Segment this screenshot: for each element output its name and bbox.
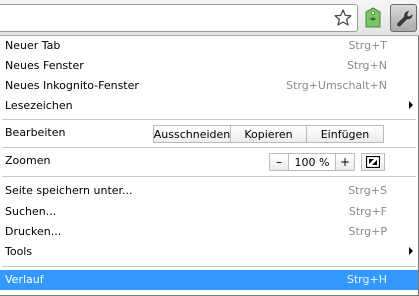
submenu-arrow-icon (409, 247, 413, 255)
submenu-arrow-icon (409, 101, 413, 109)
menu-item-label: Verlauf (5, 273, 44, 286)
extension-tag-icon[interactable] (362, 6, 384, 30)
menu-item-label: Tools (5, 245, 33, 258)
paste-button[interactable]: Einfügen (307, 125, 384, 143)
wrench-menu-button[interactable] (390, 4, 417, 32)
zoom-out-button[interactable]: – (269, 153, 289, 171)
menu-item-new-tab[interactable]: Neuer Tab Strg+T (0, 36, 418, 57)
shortcut-label: Strg+N (346, 59, 387, 72)
menu-item-history[interactable]: Verlauf Strg+H (0, 270, 418, 290)
zoom-in-button[interactable]: + (335, 153, 355, 171)
star-icon[interactable] (333, 8, 353, 28)
menu-item-label: Seite speichern unter... (5, 184, 133, 197)
menu-item-find[interactable]: Suchen... Strg+F (0, 202, 418, 223)
menu-item-edit: Bearbeiten Ausschneiden Kopieren Einfüge… (0, 123, 418, 144)
menu-item-print[interactable]: Drucken... Strg+P (0, 222, 418, 243)
menu-item-label: Neues Inkognito-Fenster (5, 79, 139, 92)
shortcut-label: Strg+P (348, 225, 387, 238)
address-bar[interactable] (0, 4, 358, 32)
menu-item-new-window[interactable]: Neues Fenster Strg+N (0, 56, 418, 77)
menu-separator (2, 119, 416, 120)
menu-item-label: Neues Fenster (5, 59, 84, 72)
menu-item-label: Suchen... (5, 205, 57, 218)
browser-main-menu: Neuer Tab Strg+T Neues Fenster Strg+N Ne… (0, 36, 419, 296)
menu-item-label: Bearbeiten (5, 126, 66, 139)
copy-button[interactable]: Kopieren (231, 125, 307, 143)
browser-toolbar (0, 0, 419, 36)
fullscreen-button[interactable] (361, 153, 385, 171)
menu-item-new-incognito-window[interactable]: Neues Inkognito-Fenster Strg+Umschalt+N (0, 76, 418, 97)
edit-button-group: Ausschneiden Kopieren Einfügen (153, 125, 384, 143)
zoom-controls: – 100 % + (269, 153, 355, 171)
menu-item-tools[interactable]: Tools (0, 242, 418, 263)
menu-item-label: Drucken... (5, 225, 62, 238)
menu-item-save-page[interactable]: Seite speichern unter... Strg+S (0, 181, 418, 202)
shortcut-label: Strg+S (348, 184, 387, 197)
cut-button[interactable]: Ausschneiden (153, 125, 231, 143)
menu-item-label: Neuer Tab (5, 39, 61, 52)
shortcut-label: Strg+T (348, 39, 387, 52)
menu-item-bookmarks[interactable]: Lesezeichen (0, 96, 418, 117)
menu-item-label: Lesezeichen (5, 99, 73, 112)
zoom-level: 100 % (289, 153, 335, 171)
menu-item-label: Zoomen (5, 154, 51, 167)
menu-separator (2, 266, 416, 267)
menu-item-zoom: Zoomen – 100 % + (0, 151, 418, 172)
menu-separator (2, 176, 416, 177)
shortcut-label: Strg+F (348, 205, 387, 218)
shortcut-label: Strg+Umschalt+N (286, 79, 387, 92)
menu-separator (2, 147, 416, 148)
shortcut-label: Strg+H (346, 273, 387, 286)
